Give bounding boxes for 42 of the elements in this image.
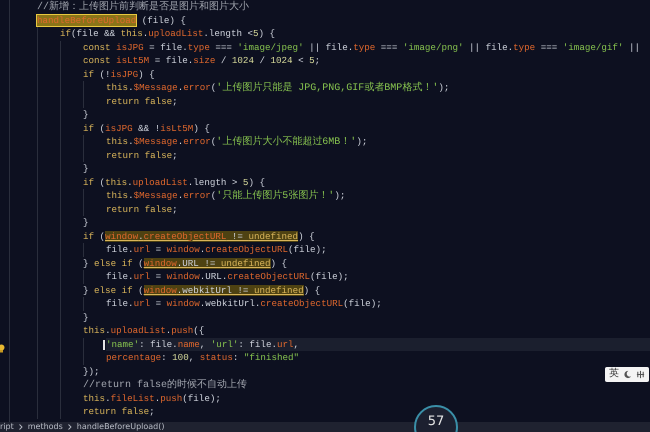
breadcrumb-item[interactable]: ript	[0, 423, 14, 431]
breadcrumb-item[interactable]: handleBeforeUpload()	[76, 423, 164, 431]
chevron-icon	[18, 424, 23, 430]
text-cursor	[103, 340, 105, 350]
code-line: this.$Message.error('只能上传图片5张图片！');	[106, 190, 346, 201]
moon-icon[interactable]	[623, 370, 632, 379]
code-line: this.$Message.error('上传图片大小不能超过6MB！');	[106, 136, 368, 147]
code-line: }	[83, 217, 89, 228]
code-line: const isLt5M = file.size / 1024 / 1024 < 5;	[83, 55, 320, 66]
code-line: this.fileList.push(file);	[83, 392, 221, 404]
code-line: }	[83, 109, 89, 120]
code-line: percentage: 100, status: "finished"	[106, 352, 300, 363]
breadcrumb-item[interactable]: methods	[28, 423, 63, 431]
code-line: } else if (window.webkitUrl != undefined) {	[83, 284, 320, 296]
code-line: }	[83, 312, 89, 322]
code-line: });	[83, 366, 100, 376]
code-line: this.uploadList.push({	[83, 325, 204, 336]
code-line: if (this.uploadList.length > 5) {	[83, 176, 265, 188]
code-line: if (window.createObjectURL != undefined) {	[83, 230, 315, 242]
code-line: if(file && this.uploadList.length <5) {	[60, 28, 276, 39]
code-line: file.url = window.webkitUrl.createObjectURL(file);	[106, 298, 382, 309]
code-line: //新增：上传图片前判断是否是图片和图片大小	[37, 1, 250, 12]
code-line: }	[83, 163, 89, 174]
code-line: return false;	[106, 150, 178, 160]
code-line: return false;	[106, 204, 178, 214]
lightbulb-icon[interactable]	[0, 344, 5, 353]
code-line: const isJPG = file.type === 'image/jpeg' || file.type === 'image/png' || file.type === 'image/gif' ||	[83, 42, 640, 52]
code-line: //return false的时候不自动上传	[83, 379, 248, 390]
chevron-icon	[68, 424, 72, 430]
code-line: file.url = window.createObjectURL(file);	[106, 244, 327, 255]
speed-widget[interactable]: 57	[414, 405, 458, 432]
ime-language-toggle[interactable]: 英	[609, 370, 619, 380]
code-line: if (isJPG && !isLt5M) {	[83, 122, 210, 134]
speed-value: 57	[428, 415, 444, 431]
code-line: handleBeforeUpload (file) {	[37, 14, 186, 26]
code-line: this.$Message.error('上传图片只能是 JPG,PNG,GIF或者BMP格式！');	[106, 82, 450, 93]
code-line: 'name': file.name, 'url': file.url,	[106, 338, 300, 350]
code-line: return false;	[83, 406, 155, 417]
code-line: } else if (window.URL != undefined) {	[83, 258, 288, 268]
code-line: file.url = window.URL.createObjectURL(file);	[106, 271, 349, 282]
code-line: if (!isJPG) {	[83, 68, 155, 80]
code-line: return false;	[106, 96, 178, 106]
